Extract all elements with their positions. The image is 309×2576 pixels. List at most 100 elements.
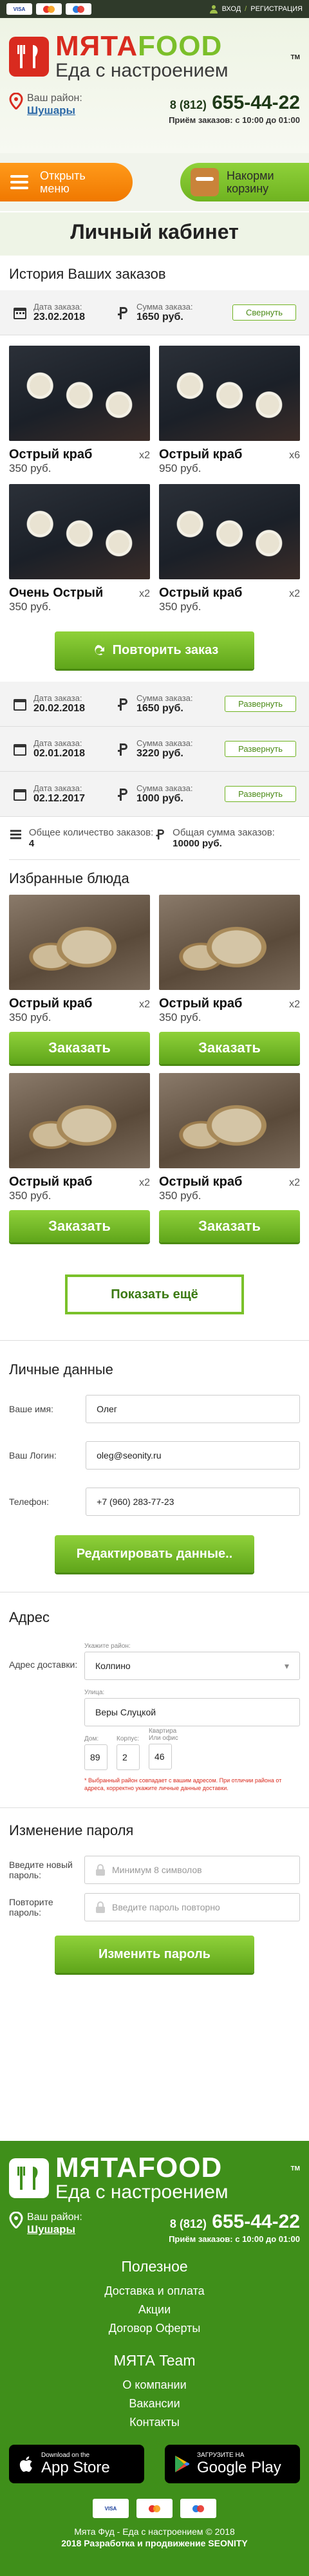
order-button[interactable]: Заказать [159,1210,300,1242]
sum-label: Сумма заказа: [136,693,193,703]
footer-payment-cards: VISA [0,2499,309,2518]
footer-region-value[interactable]: Шушары [27,2223,82,2236]
login-link[interactable]: ВХОД [222,5,241,13]
order-item[interactable]: Очень Острый x2 350 руб. [9,484,150,613]
change-password-button[interactable]: Изменить пароль [55,1936,254,1973]
phone-field[interactable]: +7 (960) 283-77-23 [86,1488,300,1516]
expand-button[interactable]: Развернуть [225,696,296,712]
house-hint: Дом: [84,1735,99,1742]
apple-icon [19,2456,32,2472]
fork-knife-icon [9,2158,49,2198]
dish-image[interactable] [159,895,300,990]
location-pin-icon [9,93,23,109]
new-password-field[interactable]: Минимум 8 символов [84,1856,300,1884]
login-field[interactable]: oleg@seonity.ru [86,1441,300,1470]
sum-label: Сумма заказа: [136,302,193,312]
useful-title: Полезное [121,2258,188,2275]
footer-region-label: Ваш район: [27,2212,82,2223]
repeat-password-label: Повторите пароль: [9,1897,53,1918]
item-price: 350 руб. [159,1011,201,1023]
footer: МЯТАFOOD Еда с настроением TM Ваш район:… [0,2141,309,2576]
district-select[interactable]: Колпино ▾ [84,1652,300,1680]
order-button[interactable]: Заказать [159,1032,300,1064]
sum-value: 1650 руб. [136,312,183,322]
order-item[interactable]: Острый краб x2 350 руб. [9,346,150,475]
order-sum: Сумма заказа: 1000 руб. [116,783,219,805]
expand-button[interactable]: Развернуть [225,786,296,802]
footer-link-contacts[interactable]: Контакты [0,2413,309,2432]
order-button[interactable]: Заказать [9,1210,150,1242]
team-title: МЯТА Team [113,2352,196,2369]
order-meta: Дата заказа: 23.02.2018 Сумма заказа: 1650… [0,290,309,335]
dish-image[interactable] [9,895,150,990]
order-meta: Дата заказа: 02.01.2018 Сумма заказа: 3220… [0,727,309,772]
visa-label: VISA [13,6,26,12]
open-menu-label: Открыть меню [40,169,86,195]
item-name: Острый краб [9,996,93,1011]
expand-button[interactable]: Развернуть [225,741,296,757]
collapse-button[interactable]: Свернуть [232,304,296,321]
footer-link-offer[interactable]: Договор Оферты [0,2319,309,2338]
footer-hours: Приём заказов: с 10:00 до 01:00 [169,2234,300,2244]
phone-number[interactable]: 8 (812) 655-44-22 [169,93,300,115]
total-count: Общее количество заказов: 4 [9,827,154,849]
item-qty: x6 [289,450,300,461]
logo[interactable]: МЯТАFOOD Еда с настроением [9,32,300,81]
house-group: Дом: 89 [84,1735,108,1770]
footer-maestro-circles [192,2505,204,2512]
repeat-password-field[interactable]: Введите пароль повторно [84,1893,300,1921]
district-hint: Укажите район: [84,1643,131,1650]
repeat-order-button[interactable]: Повторить заказ [55,631,254,669]
item-price: 350 руб. [159,601,201,613]
app-store-small: Download on the [41,2451,90,2459]
login-register[interactable]: ВХОД / РЕГИСТРАЦИЯ [209,5,303,14]
google-play-big: Google Play [197,2458,281,2476]
new-password-label: Введите новый пароль: [9,1860,73,1880]
name-row: Ваше имя: Олег [9,1395,300,1423]
order-date: Дата заказа: 02.12.2017 [13,783,116,805]
order-button[interactable]: Заказать [9,1032,150,1064]
dish-image[interactable] [159,1073,300,1168]
korpus-hint: Корпус: [117,1735,140,1742]
history-title: История Ваших заказов [9,266,166,282]
footer-phone-number[interactable]: 8 (812) 655-44-22 [169,2212,300,2234]
register-link[interactable]: РЕГИСТРАЦИЯ [250,5,303,13]
visa-icon: VISA [93,2499,129,2518]
favorite-item: Острый краб x2 350 руб. Заказать [9,1073,150,1242]
flat-field[interactable]: 46 [149,1744,172,1769]
korpus-field[interactable]: 2 [117,1744,140,1770]
open-menu-button[interactable]: Открыть меню [0,163,133,201]
region-value[interactable]: Шушары [27,104,82,117]
footer-link-jobs[interactable]: Вакансии [0,2394,309,2413]
footer-logo-text: МЯТАFOOD Еда с настроением [55,2154,229,2203]
brand-name: МЯТАFOOD [55,32,229,61]
footer-link-about[interactable]: О компании [0,2376,309,2394]
footer-link-delivery[interactable]: Доставка и оплата [0,2282,309,2301]
dish-image[interactable] [9,1073,150,1168]
order-item[interactable]: Острый краб x2 350 руб. [159,484,300,613]
order-item[interactable]: Острый краб x6 950 руб. [159,346,300,475]
favorites-title: Избранные блюда [9,870,129,886]
region-selector[interactable]: Ваш район: Шушары [9,93,82,125]
footer-region[interactable]: Ваш район: Шушары [9,2212,82,2244]
developer-credit[interactable]: 2018 Разработка и продвижение SEONITY [0,2537,309,2549]
ruble-icon [118,306,127,319]
google-play-button[interactable]: ЗАГРУЗИТЕ НА Google Play [165,2445,300,2483]
cart-button[interactable]: Накорми корзину [180,163,309,201]
item-qty: x2 [139,588,150,599]
show-more-button[interactable]: Показать ещё [65,1274,244,1314]
footer-logo[interactable]: МЯТАFOOD Еда с настроением [9,2154,300,2203]
total-sum-label: Общая сумма заказов: [173,827,275,838]
total-sum: Общая сумма заказов: 10000 руб. [154,827,300,849]
house-field[interactable]: 89 [84,1744,108,1770]
date-value: 23.02.2018 [33,312,86,322]
app-store-button[interactable]: Download on the App Store [9,2445,144,2483]
edit-data-button[interactable]: Редактировать данные.. [55,1535,254,1573]
brand-name-a: МЯТА [55,30,138,62]
name-field[interactable]: Олег [86,1395,300,1423]
footer-link-promo[interactable]: Акции [0,2301,309,2319]
footer-brand-a: МЯТА [55,2152,138,2183]
date-value: 02.12.2017 [33,793,86,804]
item-price: 350 руб. [9,1190,52,1202]
street-field[interactable]: Веры Слуцкой [84,1698,300,1726]
